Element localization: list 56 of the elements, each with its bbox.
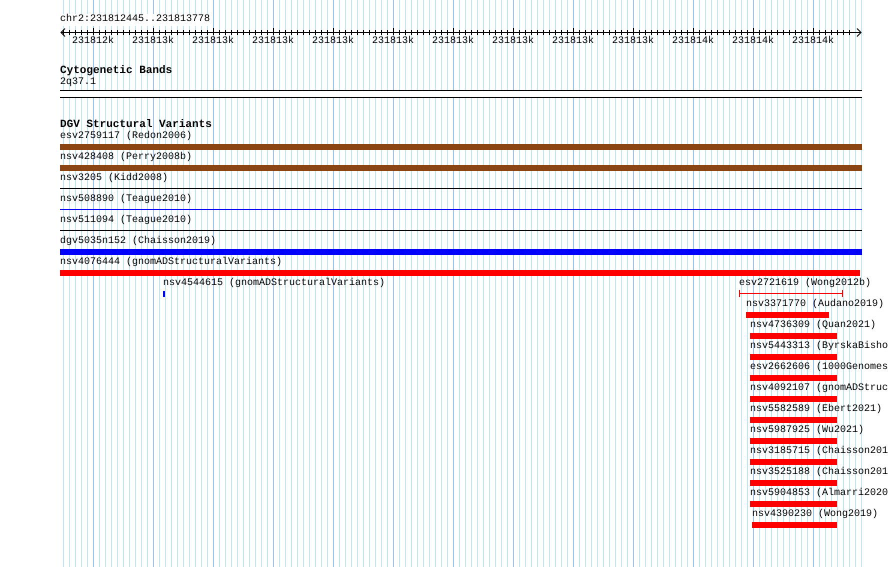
variant-label: nsv428408 (Perry2008b) (60, 152, 192, 164)
ruler-tick-label: 231813k (132, 36, 174, 48)
variant-bar[interactable] (750, 396, 837, 402)
variant-label: nsv4544615 (gnomADStructuralVariants) (163, 278, 386, 290)
variant-bar[interactable] (750, 459, 837, 465)
ruler-tick-label: 231814k (792, 36, 834, 48)
variant-bar[interactable] (750, 501, 837, 507)
variant-label: esv2662606 (1000Genomes (750, 362, 888, 374)
variant-bar[interactable] (750, 333, 837, 339)
variant-label: nsv5443313 (ByrskaBisho (750, 341, 888, 353)
variant-bar[interactable] (750, 354, 837, 360)
ruler-tick-label: 231813k (552, 36, 594, 48)
ruler-tick-label: 231812k (72, 36, 114, 48)
variant-bar[interactable] (60, 144, 862, 150)
variant-label: nsv4076444 (gnomADStructuralVariants) (60, 257, 282, 269)
variant-label: nsv3185715 (Chaisson201 (750, 446, 888, 458)
variant-bar[interactable] (746, 312, 829, 318)
variant-label: nsv4092107 (gnomADStruc (750, 383, 888, 395)
variant-label: nsv508890 (Teague2010) (60, 194, 192, 206)
variant-label: esv2721619 (Wong2012b) (739, 278, 872, 290)
band-label: 2q37.1 (60, 77, 96, 89)
variant-label: nsv5904853 (Almarri2020 (750, 488, 888, 500)
ruler-tick-label: 231813k (312, 36, 354, 48)
variant-bar[interactable] (60, 249, 862, 255)
ruler-tick-label: 231813k (492, 36, 534, 48)
track-title: DGV Structural Variants (60, 119, 212, 131)
variant-bar[interactable] (60, 270, 860, 276)
ruler-tick-label: 231814k (672, 36, 714, 48)
ruler-tick-label: 231813k (192, 36, 234, 48)
variant-label: dgv5035n152 (Chaisson2019) (60, 236, 216, 248)
ruler-tick-label: 231813k (252, 36, 294, 48)
ruler-tick-label: 231813k (612, 36, 654, 48)
variant-label: nsv4736309 (Quan2021) (750, 320, 876, 332)
variant-bar[interactable] (750, 480, 837, 486)
track-title: Cytogenetic Bands (60, 65, 172, 77)
variant-line[interactable] (60, 230, 862, 231)
variant-span[interactable] (739, 290, 843, 297)
variant-label: nsv3525188 (Chaisson201 (750, 467, 888, 479)
variant-bar[interactable] (60, 165, 862, 171)
variant-bar[interactable] (750, 375, 837, 381)
ruler-tick-label: 231813k (432, 36, 474, 48)
variant-bar[interactable] (752, 522, 837, 528)
ruler-tick-label: 231813k (372, 36, 414, 48)
variant-label: nsv3205 (Kidd2008) (60, 173, 168, 185)
variant-label: nsv5987925 (Wu2021) (750, 425, 864, 437)
variant-label: esv2759117 (Redon2006) (60, 131, 192, 143)
variant-label: nsv5582589 (Ebert2021) (750, 404, 882, 416)
variant-bar[interactable] (750, 438, 837, 444)
variant-label: nsv511094 (Teague2010) (60, 215, 192, 227)
variant-label: nsv4390230 (Wong2019) (752, 509, 878, 521)
variant-bar[interactable] (750, 417, 837, 423)
variant-label: nsv3371770 (Audano2019) (746, 299, 884, 311)
variant-line[interactable] (60, 209, 862, 210)
location-label: chr2:231812445..231813778 (60, 14, 210, 26)
variant-line[interactable] (60, 188, 862, 189)
ruler-tick-label: 231814k (732, 36, 774, 48)
